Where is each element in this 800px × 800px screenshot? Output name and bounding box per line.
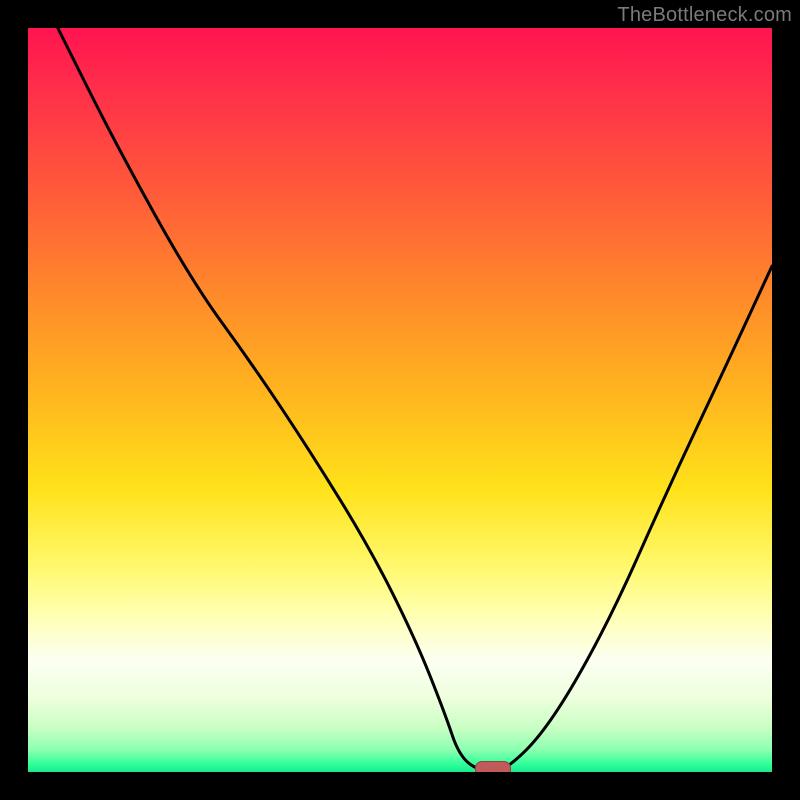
chart-container: TheBottleneck.com [0, 0, 800, 800]
attribution-text: TheBottleneck.com [617, 4, 792, 27]
bottleneck-curve [28, 28, 772, 772]
plot-area [28, 28, 772, 772]
optimal-marker [475, 761, 511, 772]
